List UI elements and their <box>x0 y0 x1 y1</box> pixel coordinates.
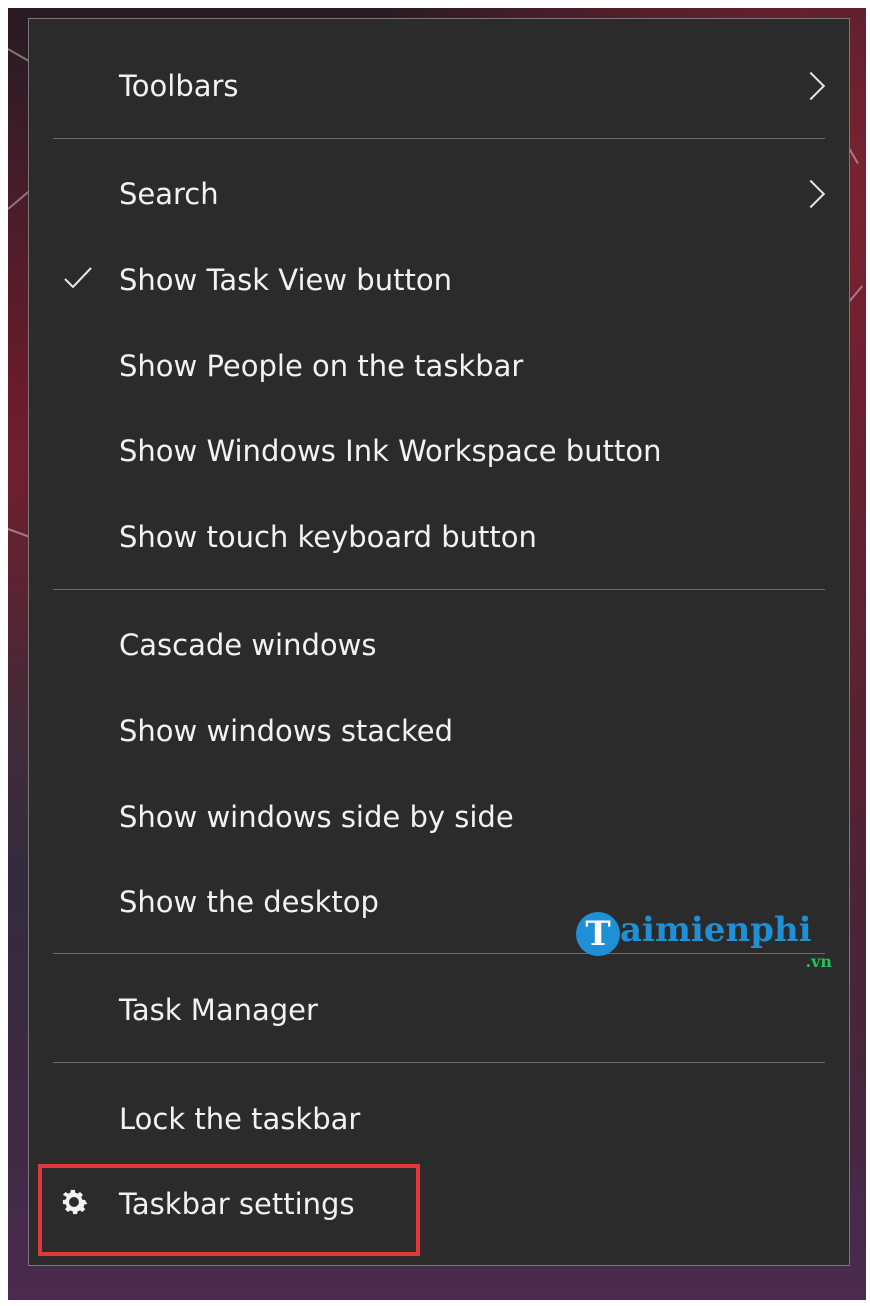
menu-item-search[interactable]: Search <box>29 151 849 237</box>
highlight-box <box>38 1164 420 1256</box>
chevron-right-icon <box>796 179 826 209</box>
menu-item-show-windows-stacked[interactable]: Show windows stacked <box>29 688 849 774</box>
menu-item-show-touch-keyboard[interactable]: Show touch keyboard button <box>29 494 849 580</box>
watermark-logo: T aimienphi .vn <box>576 908 838 974</box>
menu-item-task-manager[interactable]: Task Manager <box>29 967 849 1053</box>
menu-item-show-task-view-button[interactable]: Show Task View button <box>29 237 849 323</box>
menu-item-label: Show windows stacked <box>119 714 454 748</box>
menu-item-label: Task Manager <box>119 993 318 1027</box>
menu-item-toolbars[interactable]: Toolbars <box>29 43 849 129</box>
watermark-name: aimienphi <box>620 910 812 950</box>
menu-item-lock-taskbar[interactable]: Lock the taskbar <box>29 1076 849 1162</box>
checkmark-icon <box>64 267 92 289</box>
menu-item-label: Cascade windows <box>119 628 377 662</box>
menu-item-cascade-windows[interactable]: Cascade windows <box>29 602 849 688</box>
menu-item-show-windows-side-by-side[interactable]: Show windows side by side <box>29 774 849 860</box>
menu-item-label: Lock the taskbar <box>119 1102 361 1136</box>
chevron-right-icon <box>796 71 826 101</box>
menu-item-label: Show touch keyboard button <box>119 520 537 554</box>
menu-separator <box>53 138 825 139</box>
menu-item-label: Show Task View button <box>119 263 452 297</box>
watermark-badge: T <box>576 912 620 956</box>
watermark-tld: .vn <box>805 952 833 971</box>
menu-item-label: Show windows side by side <box>119 800 514 834</box>
menu-item-label: Toolbars <box>119 69 239 103</box>
menu-separator <box>53 1062 825 1063</box>
menu-item-label: Show People on the taskbar <box>119 349 524 383</box>
menu-separator <box>53 589 825 590</box>
menu-item-label: Show Windows Ink Workspace button <box>119 434 662 468</box>
menu-item-show-people[interactable]: Show People on the taskbar <box>29 323 849 409</box>
menu-item-label: Search <box>119 177 219 211</box>
taskbar-context-menu: Toolbars Search Show Task View button Sh… <box>28 18 850 1266</box>
menu-item-show-windows-ink[interactable]: Show Windows Ink Workspace button <box>29 408 849 494</box>
menu-item-label: Show the desktop <box>119 885 379 919</box>
